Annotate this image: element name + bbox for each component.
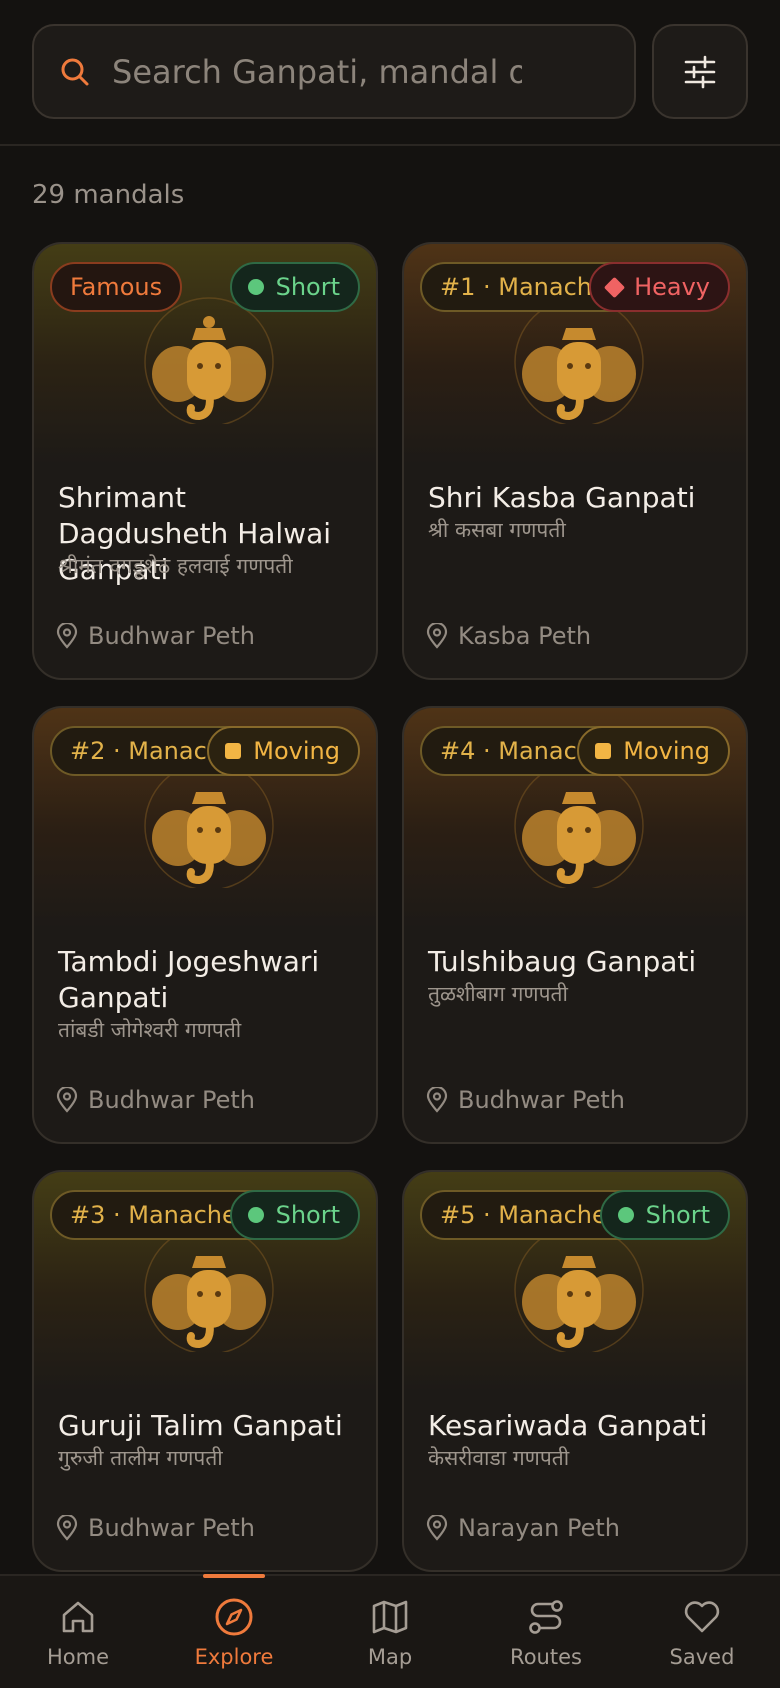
search-input[interactable] [112,41,522,102]
status-dot [225,743,242,759]
crowd-status-badge: Short [229,262,360,312]
mandal-native-name-wrap: तुळशीबाग गणपती [428,980,734,1008]
home-icon [62,1601,94,1633]
mandal-card[interactable]: #4 · Manache Ganpati Moving Tulshibaug G… [402,706,748,1144]
mandal-native-name: गुरुजी तालीम गणपती [58,1446,223,1470]
location: Budhwar Peth [56,1514,255,1542]
nav-explore[interactable]: Explore [156,1576,312,1688]
mandal-name: Kesariwada Ganpati [428,1409,708,1442]
mandal-native-name-wrap: श्रीमंत दगडूशेठ हलवाई गणपती [58,552,364,580]
mandal-card[interactable]: Famous Short Shrimant Dagdusheth Halwai … [32,242,378,680]
bottom-nav: Home Explore Map Routes Saved [0,1574,780,1688]
map-icon [372,1600,408,1634]
tag-label: Famous [70,273,163,301]
nav-saved-label: Saved [669,1645,735,1669]
sliders-icon [684,55,716,88]
status-label: Heavy [634,273,710,301]
crowd-status-badge: Moving [577,726,730,776]
location: Narayan Peth [426,1514,620,1542]
location-label: Budhwar Peth [88,622,255,650]
location: Kasba Peth [426,622,591,650]
heart-icon [684,1601,720,1633]
mandal-native-name: श्री कसबा गणपती [428,518,566,542]
crowd-status-badge: Short [599,1190,730,1240]
location-label: Budhwar Peth [88,1086,255,1114]
nav-routes-label: Routes [510,1645,582,1669]
mandal-card[interactable]: #5 · Manache Ganpati Short Kesariwada Ga… [402,1170,748,1572]
location: Budhwar Peth [56,622,255,650]
mandal-native-name-wrap: केसरीवाडा गणपती [428,1444,734,1472]
tag-badge: Famous [50,262,183,312]
nav-map-label: Map [367,1645,413,1669]
crowd-status-badge: Short [229,1190,360,1240]
search-bar[interactable] [32,24,636,119]
mandal-card[interactable]: #2 · Manache Ganpati Moving Tambdi Joges… [32,706,378,1144]
nav-map[interactable]: Map [312,1576,468,1688]
pin-icon [56,1515,78,1541]
location-label: Budhwar Peth [458,1086,625,1114]
location-label: Kasba Peth [458,622,592,650]
pin-icon [56,623,78,649]
pin-icon [426,1515,448,1541]
mandal-native-name: तांबडी जोगेश्वरी गणपती [58,1018,242,1042]
status-label: Moving [623,737,710,765]
mandal-native-name: तुळशीबाग गणपती [428,982,568,1006]
status-dot [595,743,612,759]
status-label: Short [645,1201,710,1229]
status-dot [247,1207,264,1223]
nav-saved[interactable]: Saved [624,1576,780,1688]
mandal-name: Shri Kasba Ganpati [428,481,696,514]
status-dot [603,276,626,298]
mandal-native-name: श्रीमंत दगडूशेठ हलवाई गणपती [58,554,293,578]
location: Budhwar Peth [426,1086,625,1114]
nav-routes[interactable]: Routes [468,1576,624,1688]
filter-button[interactable] [652,24,748,119]
mandal-native-name: केसरीवाडा गणपती [428,1446,570,1470]
status-dot [617,1207,634,1223]
status-dot [247,279,264,295]
search-icon [61,58,89,85]
mandal-native-name-wrap: तांबडी जोगेश्वरी गणपती [58,1016,364,1044]
mandal-name: Tambdi Jogeshwari Ganpati [58,945,320,1014]
explore-screen: 29 mandals Famous Short [0,0,780,1688]
mandal-card[interactable]: #3 · Manache Ganpati Short Guruji Talim … [32,1170,378,1572]
mandal-card[interactable]: #1 · Manache Ganpati Heavy Shri Kasba Ga… [402,242,748,680]
mandal-name: Guruji Talim Ganpati [58,1409,343,1442]
nav-home[interactable]: Home [0,1576,156,1688]
nav-explore-label: Explore [194,1645,274,1669]
crowd-status-badge: Heavy [589,262,730,312]
mandal-native-name-wrap: श्री कसबा गणपती [428,516,734,544]
pin-icon [426,623,448,649]
pin-icon [56,1087,78,1113]
pin-icon [426,1087,448,1113]
location-label: Narayan Peth [458,1514,620,1542]
status-label: Moving [253,737,340,765]
results-count: 29 mandals [32,180,185,210]
crowd-status-badge: Moving [207,726,360,776]
mandal-native-name-wrap: गुरुजी तालीम गणपती [58,1444,364,1472]
compass-icon [215,1598,253,1636]
status-label: Short [275,1201,340,1229]
location-label: Budhwar Peth [88,1514,255,1542]
status-label: Short [275,273,340,301]
location: Budhwar Peth [56,1086,255,1114]
nav-home-label: Home [46,1645,109,1669]
header [0,0,780,146]
route-icon [529,1600,563,1634]
mandal-name: Tulshibaug Ganpati [428,945,697,978]
